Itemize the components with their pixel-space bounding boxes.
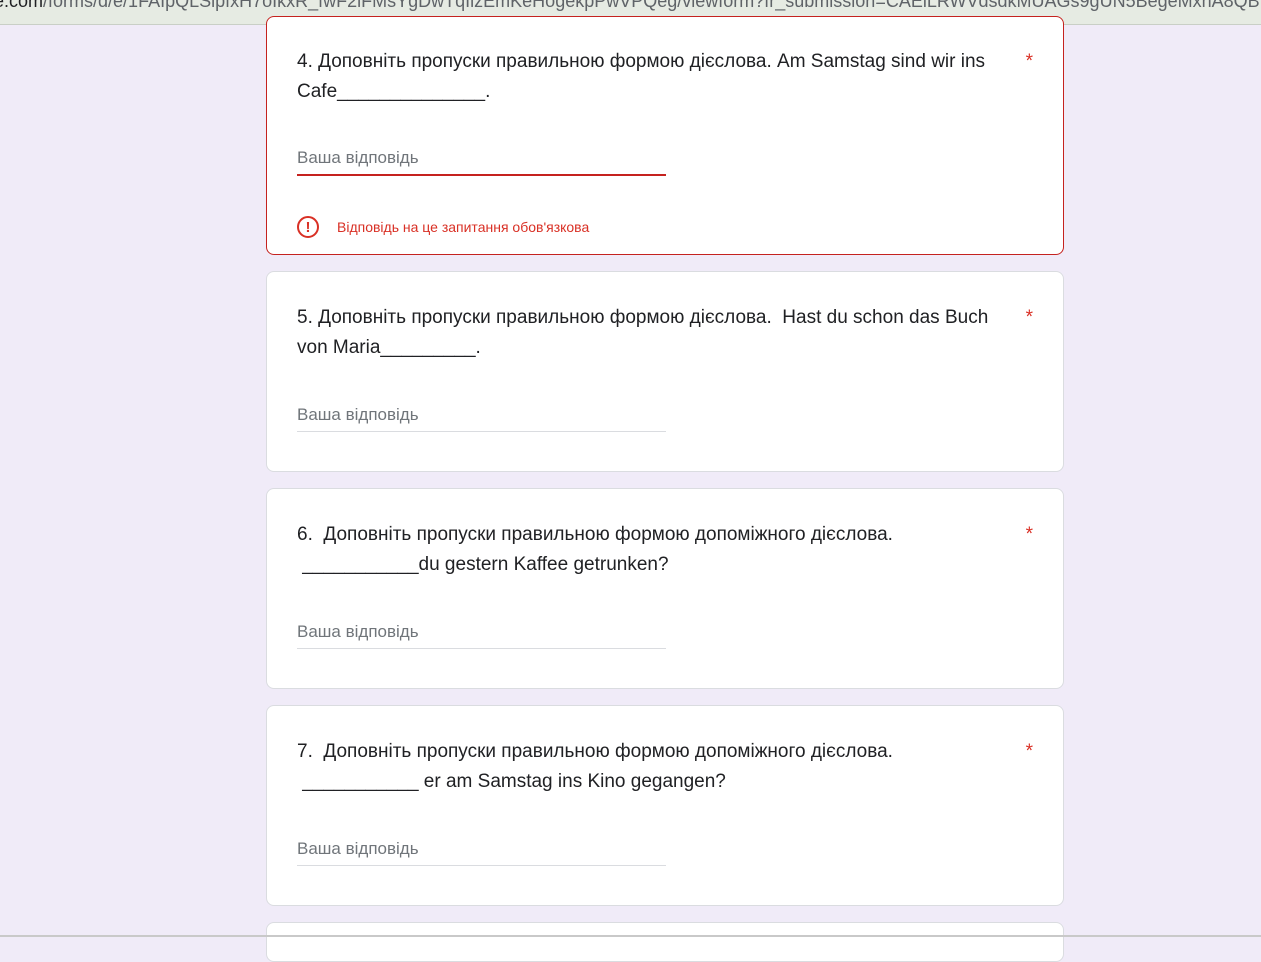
answer-input[interactable]	[297, 616, 666, 649]
url-domain: e.com	[0, 0, 44, 11]
answer-input[interactable]	[297, 142, 666, 176]
question-title: 5. Доповніть пропуски правильною формою …	[297, 307, 994, 358]
url-text[interactable]: e.com/forms/d/e/1FAIpQLSipfxH7oIkxR_fwF2…	[0, 0, 1261, 12]
required-asterisk: *	[1025, 741, 1033, 762]
error-exclamation-icon: !	[297, 216, 319, 238]
answer-input[interactable]	[297, 833, 666, 866]
answer-input[interactable]	[297, 399, 666, 432]
error-message: ! Відповідь на це запитання обов'язкова	[297, 213, 589, 241]
question-title: 7. Доповніть пропуски правильною формою …	[297, 741, 893, 792]
required-asterisk: *	[1025, 524, 1033, 545]
question-card-7: 7. Доповніть пропуски правильною формою …	[266, 705, 1064, 906]
url-path: /forms/d/e/1FAIpQLSipfxH7oIkxR_fwF2iFMsY…	[43, 0, 1261, 11]
required-asterisk: *	[1025, 307, 1033, 328]
question-title: 6. Доповніть пропуски правильною формою …	[297, 524, 893, 575]
question-card-4: 4. Доповніть пропуски правильною формою …	[266, 16, 1064, 255]
question-card-6: 6. Доповніть пропуски правильною формою …	[266, 488, 1064, 689]
question-card-next	[266, 922, 1064, 962]
question-title: 4. Доповніть пропуски правильною формою …	[297, 51, 991, 102]
required-asterisk: *	[1025, 51, 1033, 72]
question-card-5: 5. Доповніть пропуски правильною формою …	[266, 271, 1064, 472]
error-text: Відповідь на це запитання обов'язкова	[337, 219, 590, 235]
